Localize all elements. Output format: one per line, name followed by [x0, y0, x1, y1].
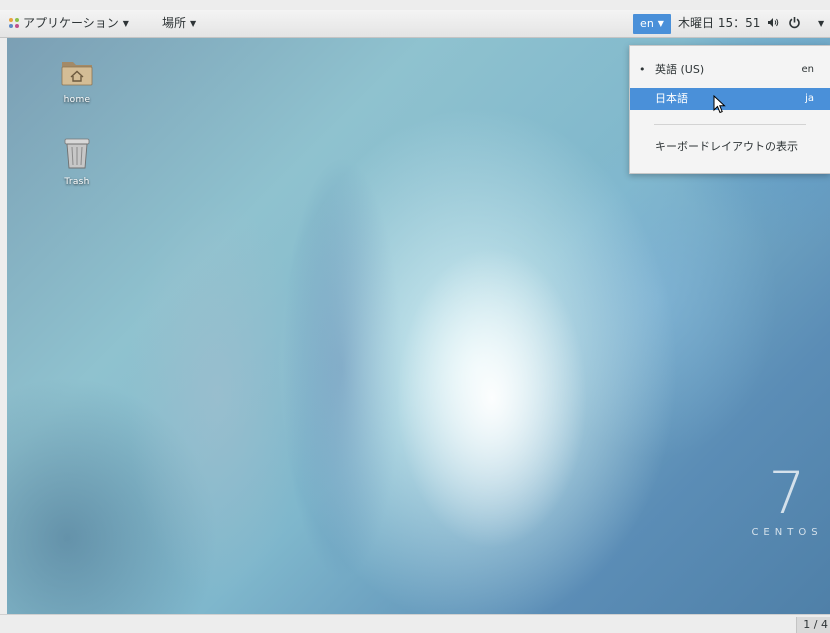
- bottom-panel: 1 / 4: [0, 614, 830, 633]
- power-icon[interactable]: [788, 10, 801, 37]
- chevron-down-icon: ▼: [122, 19, 129, 28]
- centos-logo: 7 CENTOS: [747, 463, 827, 538]
- desktop-icon-label: home: [63, 95, 91, 105]
- menu-item-japanese[interactable]: 日本語 ja: [630, 88, 830, 110]
- input-source-indicator[interactable]: en ▼: [633, 14, 671, 34]
- clock[interactable]: 木曜日 15：51: [678, 10, 760, 37]
- menu-item-code: en: [801, 64, 815, 75]
- menu-item-code: ja: [805, 93, 814, 104]
- top-panel: アプリケーション ▼ 場所 ▼ en ▼ 木曜日 15：51 ▼: [0, 10, 830, 38]
- chevron-down-icon: ▼: [657, 19, 664, 28]
- desktop-icon-label: Trash: [64, 177, 90, 187]
- places-menu[interactable]: 場所 ▼: [162, 10, 196, 37]
- mouse-cursor-icon: [713, 95, 726, 114]
- trash-icon: [64, 138, 90, 169]
- menu-item-english[interactable]: • 英語 (US) en: [630, 59, 830, 81]
- menu-item-label: 日本語: [655, 92, 688, 105]
- volume-icon[interactable]: [767, 10, 779, 37]
- home-folder-icon: [61, 62, 93, 86]
- applications-menu[interactable]: アプリケーション ▼: [8, 10, 129, 37]
- desktop-icon-home[interactable]: home: [47, 56, 107, 105]
- places-label: 場所: [162, 16, 187, 30]
- chevron-down-icon: ▼: [190, 19, 197, 28]
- menu-separator: [654, 124, 806, 125]
- applications-icon: [9, 18, 19, 28]
- chevron-down-icon[interactable]: ▼: [818, 10, 824, 37]
- input-source-menu: • 英語 (US) en 日本語 ja キーボードレイアウトの表示: [629, 45, 830, 174]
- desktop-icon-trash[interactable]: Trash: [47, 136, 107, 187]
- input-source-label: en: [640, 17, 654, 30]
- active-marker: •: [639, 63, 646, 76]
- applications-label: アプリケーション: [23, 16, 119, 30]
- workspace-indicator[interactable]: 1 / 4: [796, 617, 830, 633]
- centos-wordmark: CENTOS: [751, 527, 823, 538]
- menu-item-label: 英語 (US): [655, 63, 705, 76]
- centos-version: 7: [768, 459, 806, 527]
- show-keyboard-layout-item[interactable]: キーボードレイアウトの表示: [655, 136, 798, 158]
